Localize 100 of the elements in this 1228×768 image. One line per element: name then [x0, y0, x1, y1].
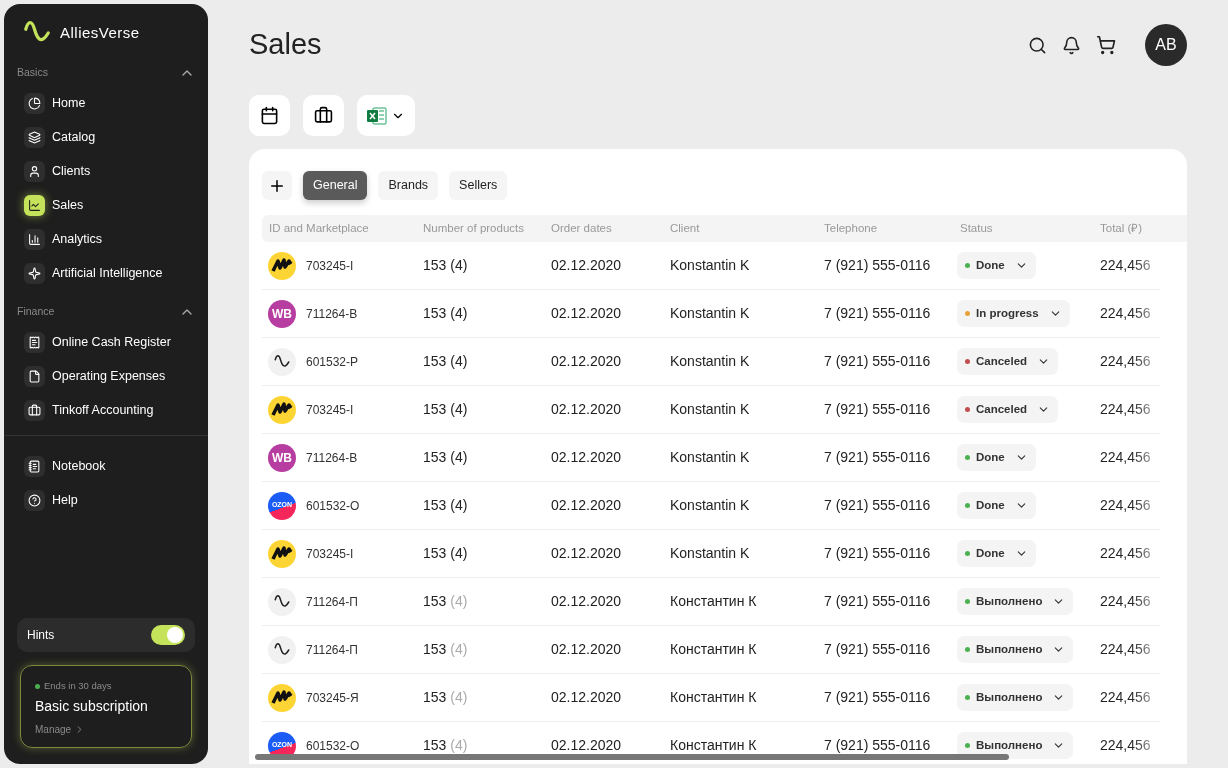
sidebar-item[interactable]: Analytics: [4, 222, 208, 256]
client-name: Konstantin K: [669, 400, 751, 419]
search-icon[interactable]: [1028, 35, 1047, 55]
telephone: 7 (921) 555-0116: [823, 640, 932, 659]
sidebar-item[interactable]: Tinkoff Accounting: [4, 393, 208, 427]
briefcase-button[interactable]: [303, 95, 344, 136]
notebook-icon: [28, 459, 41, 473]
product-count: 153 (4): [422, 352, 469, 371]
order-id: 601532-O: [306, 497, 360, 515]
excel-export-button[interactable]: [357, 95, 415, 136]
status-dropdown[interactable]: Выполнено: [957, 684, 1074, 711]
calendar-icon: [260, 106, 279, 125]
client-name: Konstantin K: [669, 448, 751, 467]
tab[interactable]: Sellers: [449, 171, 508, 200]
client-name: Konstantin K: [669, 256, 751, 275]
order-id: 703245-I: [306, 545, 354, 563]
sparkle-icon: [28, 266, 41, 280]
help-icon: [28, 493, 41, 507]
telephone: 7 (921) 555-0116: [823, 496, 932, 515]
tab[interactable]: Brands: [378, 171, 439, 200]
bell-icon[interactable]: [1062, 35, 1081, 55]
sidebar-item[interactable]: Clients: [4, 154, 208, 188]
brand-name: AlliesVerse: [60, 22, 140, 43]
order-date: 02.12.2020: [550, 640, 623, 659]
status-dropdown[interactable]: Выполнено: [957, 636, 1074, 663]
sidebar-item[interactable]: Notebook: [4, 449, 208, 483]
product-count: 153 (4): [422, 304, 469, 323]
status-dropdown[interactable]: Done: [957, 444, 1036, 471]
status-dropdown[interactable]: In progress: [957, 300, 1070, 327]
order-date: 02.12.2020: [550, 448, 623, 467]
client-name: Konstantin K: [669, 544, 751, 563]
telephone: 7 (921) 555-0116: [823, 544, 932, 563]
status-dropdown[interactable]: Done: [957, 252, 1036, 279]
order-id: 601532-O: [306, 737, 360, 755]
sidebar-item[interactable]: Online Cash Register: [4, 325, 208, 359]
bar-chart-icon: [28, 232, 41, 246]
order-id: 711264-П: [306, 641, 358, 659]
sidebar-item[interactable]: Operating Expenses: [4, 359, 208, 393]
cart-icon[interactable]: [1096, 35, 1116, 55]
marketplace-logo: WB: [268, 443, 296, 472]
order-date: 02.12.2020: [550, 688, 623, 707]
order-id: 703245-I: [306, 401, 354, 419]
user-avatar[interactable]: AB: [1145, 24, 1187, 66]
client-name: Константин К: [669, 592, 758, 611]
user-icon: [28, 164, 41, 178]
product-count: 153 (4): [422, 640, 469, 659]
marketplace-logo-icon: [268, 395, 296, 424]
order-date: 02.12.2020: [550, 736, 623, 755]
calendar-button[interactable]: [249, 95, 290, 136]
status-dropdown[interactable]: Выполнено: [957, 732, 1074, 759]
status-dropdown[interactable]: Выполнено: [957, 588, 1074, 615]
product-count: 153 (4): [422, 496, 469, 515]
add-tab-button[interactable]: [262, 171, 292, 200]
horizontal-scrollbar[interactable]: [255, 754, 1009, 760]
sidebar-item[interactable]: Help: [4, 483, 208, 517]
telephone: 7 (921) 555-0116: [823, 400, 932, 419]
sidebar-item[interactable]: Catalog: [4, 120, 208, 154]
order-date: 02.12.2020: [550, 592, 623, 611]
status-dropdown[interactable]: Canceled: [957, 348, 1059, 375]
column-header: Number of products: [422, 220, 525, 236]
column-header: Status: [959, 220, 994, 236]
order-id: 703245-Я: [306, 689, 359, 707]
order-id: 711264-B: [306, 449, 358, 467]
client-name: Konstantin K: [669, 304, 751, 323]
hints-toggle[interactable]: [151, 625, 185, 645]
tab[interactable]: General: [303, 171, 368, 200]
order-date: 02.12.2020: [550, 304, 623, 323]
product-count: 153 (4): [422, 448, 469, 467]
layers-icon: [28, 130, 41, 144]
column-header: Total (₽): [1099, 220, 1144, 236]
sidebar-item[interactable]: Home: [4, 86, 208, 120]
order-id: 711264-B: [306, 305, 358, 323]
marketplace-logo: [268, 635, 296, 664]
product-count: 153 (4): [422, 544, 469, 563]
section-header[interactable]: Finance: [4, 300, 208, 324]
product-count: 153 (4): [422, 736, 469, 755]
line-chart-icon: [28, 198, 41, 212]
client-name: Константин К: [669, 640, 758, 659]
status-dropdown[interactable]: Done: [957, 540, 1036, 567]
briefcase-icon: [28, 403, 41, 417]
section-header[interactable]: Basics: [4, 61, 208, 85]
client-name: Konstantin K: [669, 352, 751, 371]
column-header: ID and Marketplace: [268, 220, 370, 236]
spreadsheet-icon: [367, 106, 387, 125]
product-count: 153 (4): [422, 688, 469, 707]
telephone: 7 (921) 555-0116: [823, 688, 932, 707]
manage-link[interactable]: Manage: [35, 722, 86, 738]
client-name: Константин К: [669, 688, 758, 707]
status-dropdown[interactable]: Canceled: [957, 396, 1059, 423]
document-icon: [28, 369, 41, 383]
telephone: 7 (921) 555-0116: [823, 736, 932, 755]
marketplace-logo-icon: [268, 683, 296, 712]
column-header: Telephone: [823, 220, 879, 236]
order-date: 02.12.2020: [550, 352, 623, 371]
sidebar-item[interactable]: Sales: [4, 188, 208, 222]
status-dropdown[interactable]: Done: [957, 492, 1036, 519]
order-date: 02.12.2020: [550, 400, 623, 419]
sidebar-item[interactable]: Artificial Intelligence: [4, 256, 208, 290]
order-id: 601532-P: [306, 353, 359, 371]
telephone: 7 (921) 555-0116: [823, 304, 932, 323]
